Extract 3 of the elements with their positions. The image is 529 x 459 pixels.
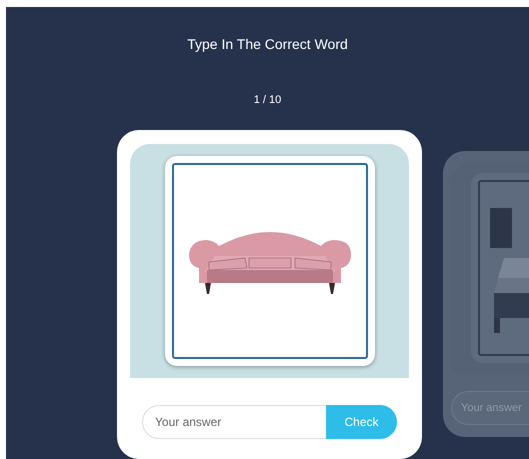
page-title: Type In The Correct Word (187, 36, 348, 52)
progress-counter: 1 / 10 (254, 94, 282, 106)
check-button[interactable]: Check (326, 405, 397, 439)
